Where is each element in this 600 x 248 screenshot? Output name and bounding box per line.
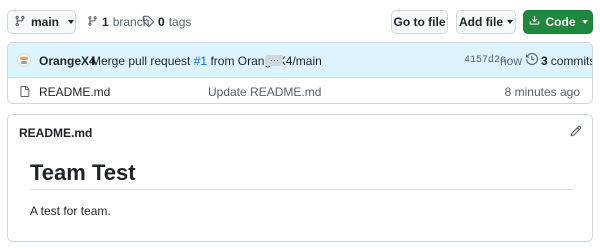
add-file-label: Add file bbox=[459, 15, 503, 29]
readme-header[interactable]: README.md bbox=[19, 126, 92, 140]
chevron-down-icon bbox=[507, 20, 513, 24]
commit-message-prefix: Merge pull request bbox=[91, 54, 191, 68]
divider bbox=[30, 189, 573, 190]
commits-count: 3 bbox=[541, 53, 548, 68]
file-commit-message-link[interactable]: Update README.md bbox=[208, 85, 321, 99]
commits-label: commits bbox=[550, 53, 593, 68]
download-icon bbox=[529, 15, 540, 29]
file-icon bbox=[19, 85, 30, 101]
chevron-down-icon bbox=[581, 20, 588, 24]
file-commit-time: 8 minutes ago bbox=[504, 85, 580, 99]
branch-name: main bbox=[31, 15, 60, 29]
branch-selector-button[interactable]: main bbox=[7, 10, 76, 34]
table-row[interactable]: README.md Update README.md 8 minutes ago bbox=[8, 79, 592, 103]
git-branch-icon bbox=[14, 15, 26, 30]
history-icon bbox=[526, 52, 539, 68]
chevron-down-icon bbox=[68, 20, 75, 24]
tag-count: 0 bbox=[158, 15, 165, 29]
commit-author-link[interactable]: OrangeX4 bbox=[39, 54, 96, 68]
expand-commit-button[interactable]: … bbox=[265, 54, 283, 66]
pull-request-link[interactable]: #1 bbox=[194, 54, 207, 68]
git-branch-icon bbox=[87, 15, 98, 30]
tag-icon bbox=[142, 15, 154, 30]
readme-body: A test for team. bbox=[30, 204, 111, 218]
pencil-icon[interactable] bbox=[570, 125, 582, 140]
branches-link[interactable]: 1 branch bbox=[87, 10, 149, 34]
latest-commit-bar: OrangeX4 Merge pull request #1 from Oran… bbox=[8, 43, 592, 78]
code-button[interactable]: Code bbox=[523, 10, 593, 34]
commit-message[interactable]: Merge pull request #1 from OrangeX4/main bbox=[91, 54, 322, 68]
repo-toolbar: main 1 branch 0 tags Go to file Add file… bbox=[7, 10, 593, 34]
code-label: Code bbox=[545, 15, 576, 29]
branch-count: 1 bbox=[102, 15, 109, 29]
readme-panel: README.md Team Test A test for team. bbox=[7, 114, 593, 242]
tag-count-label: tags bbox=[168, 15, 192, 29]
avatar[interactable] bbox=[17, 53, 31, 67]
readme-title: Team Test bbox=[30, 160, 136, 185]
add-file-button[interactable]: Add file bbox=[456, 10, 516, 34]
tags-link[interactable]: 0 tags bbox=[142, 10, 191, 34]
file-name-link[interactable]: README.md bbox=[39, 85, 110, 99]
file-browser: OrangeX4 Merge pull request #1 from Oran… bbox=[7, 42, 593, 104]
go-to-file-button[interactable]: Go to file bbox=[391, 10, 448, 34]
commit-time: now bbox=[500, 54, 523, 68]
commits-history-link[interactable]: 3 commits bbox=[526, 52, 593, 68]
